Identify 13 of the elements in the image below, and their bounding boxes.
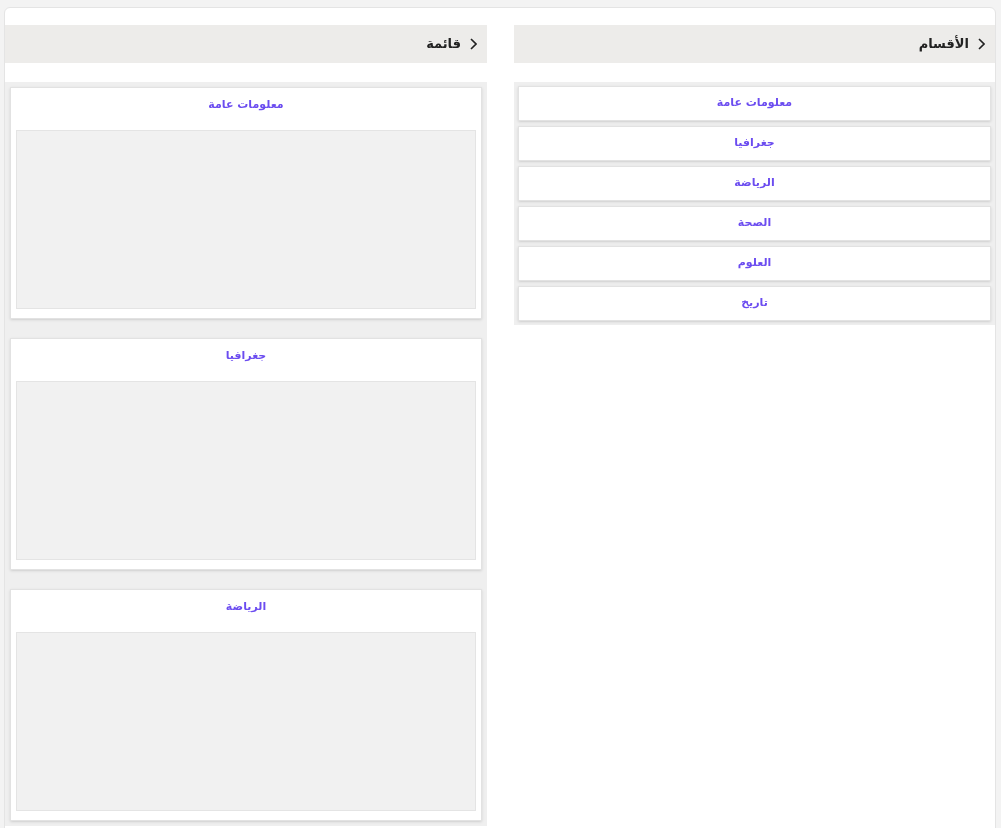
category-item[interactable]: جغرافيا	[518, 126, 991, 161]
category-item[interactable]: العلوم	[518, 246, 991, 281]
card-title[interactable]: الرياضة	[225, 599, 267, 632]
chevron-icon[interactable]	[469, 38, 477, 50]
panel-title: الأقسام	[918, 34, 969, 54]
panel-title: قائمة	[426, 35, 461, 54]
card-title[interactable]: جغرافيا	[225, 348, 267, 381]
category-item[interactable]: الرياضة	[518, 166, 991, 201]
category-item[interactable]: معلومات عامة	[518, 86, 991, 121]
category-item[interactable]: تاريخ	[518, 286, 991, 321]
chevron-icon[interactable]	[977, 38, 985, 50]
card-title[interactable]: معلومات عامة	[208, 97, 284, 130]
category-item[interactable]: الصحة	[518, 206, 991, 241]
